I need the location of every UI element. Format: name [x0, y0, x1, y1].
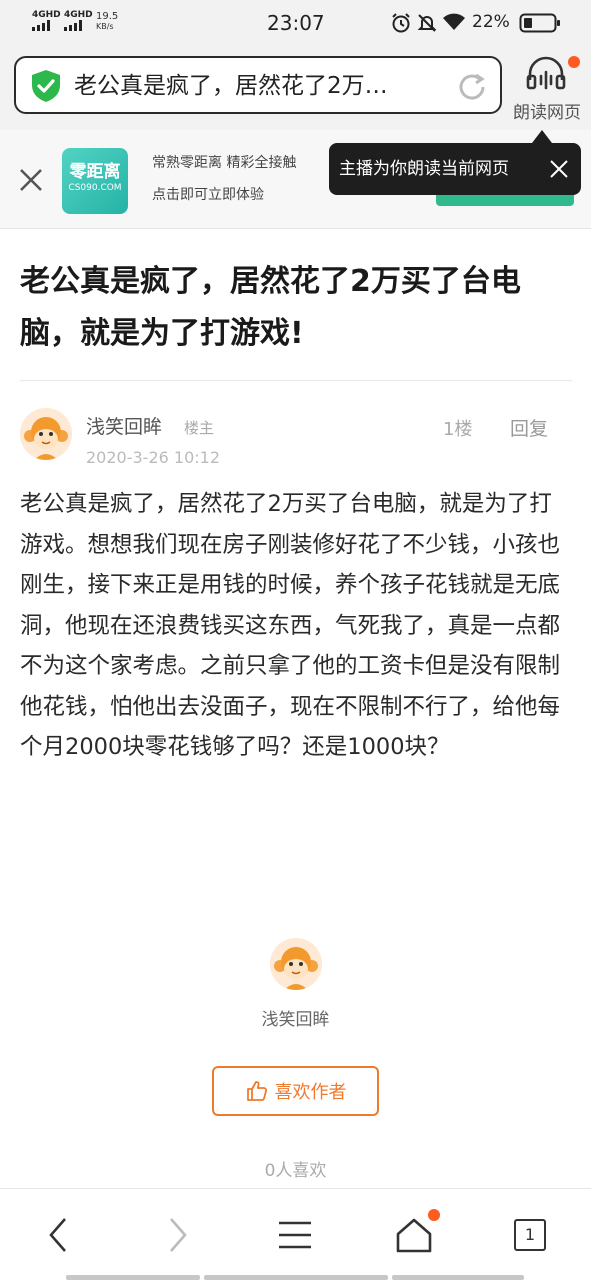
gesture-bar-segment	[204, 1275, 388, 1280]
gesture-bar-segment	[392, 1275, 524, 1280]
footer-author-name: 浅笑回眸	[261, 1010, 330, 1030]
close-icon[interactable]	[18, 167, 44, 193]
monkey-avatar-icon	[20, 408, 72, 460]
tabs-button[interactable]: 1	[500, 1205, 560, 1265]
sim2-bars-icon	[64, 20, 93, 31]
home-icon	[396, 1218, 432, 1253]
banner-line2: 点击即可立即体验	[152, 187, 264, 203]
sim2-signal: 4GHD	[64, 10, 93, 31]
page-title-in-address-bar[interactable]: 老公真是疯了，居然花了2万…	[74, 71, 442, 101]
app-logo-domain: CS090.COM	[68, 183, 122, 193]
floor-number: 1楼	[443, 419, 473, 440]
tabs-icon: 1	[514, 1219, 546, 1251]
like-author-button[interactable]: 喜欢作者	[212, 1066, 379, 1116]
sim1-label: 4GHD	[32, 10, 61, 20]
author-name[interactable]: 浅笑回眸	[86, 412, 162, 439]
address-bar[interactable]: 老公真是疯了，居然花了2万…	[14, 56, 502, 114]
read-aloud-label: 朗读网页	[513, 103, 581, 123]
gesture-bar-segment	[66, 1275, 200, 1280]
status-bar: 4GHD 4GHD 19.5 KB/s 23:07 22%	[0, 0, 591, 46]
bottom-nav: 1	[0, 1188, 591, 1281]
divider	[20, 380, 572, 381]
author-tag: 楼主	[184, 419, 215, 437]
close-icon[interactable]	[549, 159, 569, 179]
thumbs-up-icon	[246, 1081, 267, 1101]
sim1-signal: 4GHD	[32, 10, 61, 31]
net-speed: 19.5 KB/s	[96, 12, 118, 32]
read-aloud-tooltip: 主播为你朗读当前网页	[329, 143, 581, 195]
net-speed-unit: KB/s	[96, 22, 114, 31]
sim2-label: 4GHD	[64, 10, 93, 20]
like-count: 0人喜欢	[264, 1161, 327, 1181]
refresh-icon[interactable]	[456, 71, 488, 103]
tooltip-arrow	[532, 130, 552, 143]
forward-icon	[170, 1218, 187, 1252]
battery-icon	[519, 13, 560, 33]
back-icon	[49, 1218, 66, 1252]
sim1-bars-icon	[32, 20, 61, 31]
monkey-avatar-icon	[270, 938, 322, 990]
forward-button[interactable]	[148, 1205, 208, 1265]
alarm-icon	[392, 13, 410, 33]
notification-dot	[568, 56, 580, 68]
menu-icon	[279, 1221, 311, 1249]
net-speed-value: 19.5	[96, 11, 119, 22]
post-date: 2020-3-26 10:12	[86, 448, 220, 467]
like-author-label: 喜欢作者	[274, 1082, 347, 1103]
mute-icon	[417, 14, 437, 32]
app-logo: 零距离 CS090.COM	[62, 148, 128, 214]
headphones-icon	[526, 56, 566, 90]
browser-top-bar: 老公真是疯了，居然花了2万… 朗读网页	[0, 46, 591, 130]
back-button[interactable]	[28, 1205, 88, 1265]
wifi-icon	[443, 13, 465, 30]
app-logo-text: 零距离	[69, 162, 121, 182]
battery-percent: 22%	[472, 12, 510, 32]
reply-button[interactable]: 回复	[510, 414, 548, 441]
article-title: 老公真是疯了，居然花了2万买了台电脑，就是为了打游戏!	[20, 264, 521, 351]
tooltip-text: 主播为你朗读当前网页	[339, 159, 509, 179]
clock: 23:07	[267, 11, 325, 35]
post-body: 老公真是疯了，居然花了2万买了台电脑，就是为了打游戏。想想我们现在房子刚装修好花…	[20, 491, 561, 760]
menu-button[interactable]	[265, 1205, 325, 1265]
home-notification-dot	[428, 1209, 440, 1221]
avatar[interactable]	[20, 408, 72, 460]
banner-line1: 常熟零距离 精彩全接触	[152, 155, 297, 171]
shield-check-icon	[32, 70, 60, 102]
footer-avatar[interactable]	[270, 938, 322, 990]
